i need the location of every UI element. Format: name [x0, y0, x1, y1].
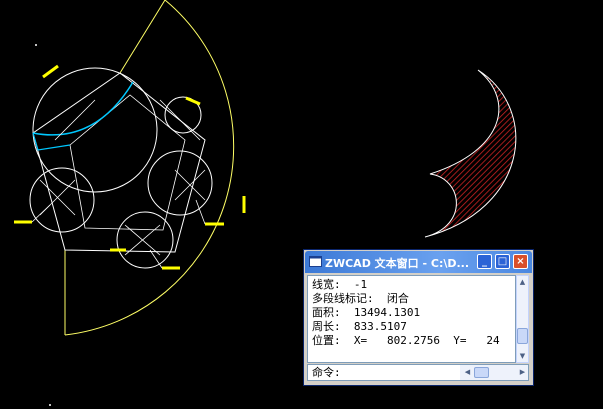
scroll-right-arrow-icon[interactable]: ▶ — [517, 365, 528, 380]
point-marker — [49, 404, 51, 406]
horizontal-scrollbar[interactable]: ◀ ▶ — [460, 365, 528, 380]
text-window-title: ZWCAD 文本窗口 - C:\D... — [325, 257, 470, 270]
output-line: 位置: X= 802.2756 Y= 24 — [312, 334, 500, 347]
crescent-hatch — [424, 69, 517, 238]
output-line: 多段线标记: 闭合 — [312, 292, 409, 305]
circle-large — [32, 67, 158, 193]
command-prompt-label: 命令: — [312, 366, 341, 379]
output-line: 周长: 833.5107 — [312, 320, 407, 333]
text-window-titlebar[interactable]: ZWCAD 文本窗口 - C:\D... _ □ × — [305, 251, 532, 273]
vertical-scroll-thumb[interactable] — [517, 328, 528, 344]
circle-bottom — [116, 211, 174, 269]
point-marker — [35, 44, 37, 46]
text-window[interactable]: ZWCAD 文本窗口 - C:\D... _ □ × 线宽: -1 多段线标记:… — [303, 249, 534, 386]
command-history-output[interactable]: 线宽: -1 多段线标记: 闭合 面积: 13494.1301 周长: 833.… — [307, 275, 516, 363]
scroll-down-arrow-icon[interactable]: ▼ — [517, 350, 528, 362]
inner-pentagon — [69, 94, 186, 231]
circle-left — [29, 167, 95, 233]
output-line: 线宽: -1 — [312, 278, 368, 291]
zwcad-app-icon — [309, 256, 322, 267]
scroll-left-arrow-icon[interactable]: ◀ — [462, 365, 473, 380]
maximize-button[interactable]: □ — [495, 254, 510, 269]
scroll-up-arrow-icon[interactable]: ▲ — [517, 276, 528, 288]
close-button[interactable]: × — [513, 254, 528, 269]
leader-lines — [31, 199, 206, 269]
output-line: 面积: 13494.1301 — [312, 306, 421, 319]
vertical-scrollbar[interactable]: ▲ ▼ — [516, 275, 529, 363]
horizontal-scroll-thumb[interactable] — [474, 367, 489, 378]
command-line[interactable]: 命令: ◀ ▶ — [307, 364, 529, 381]
construction-line — [119, 0, 166, 74]
minimize-button[interactable]: _ — [477, 254, 492, 269]
